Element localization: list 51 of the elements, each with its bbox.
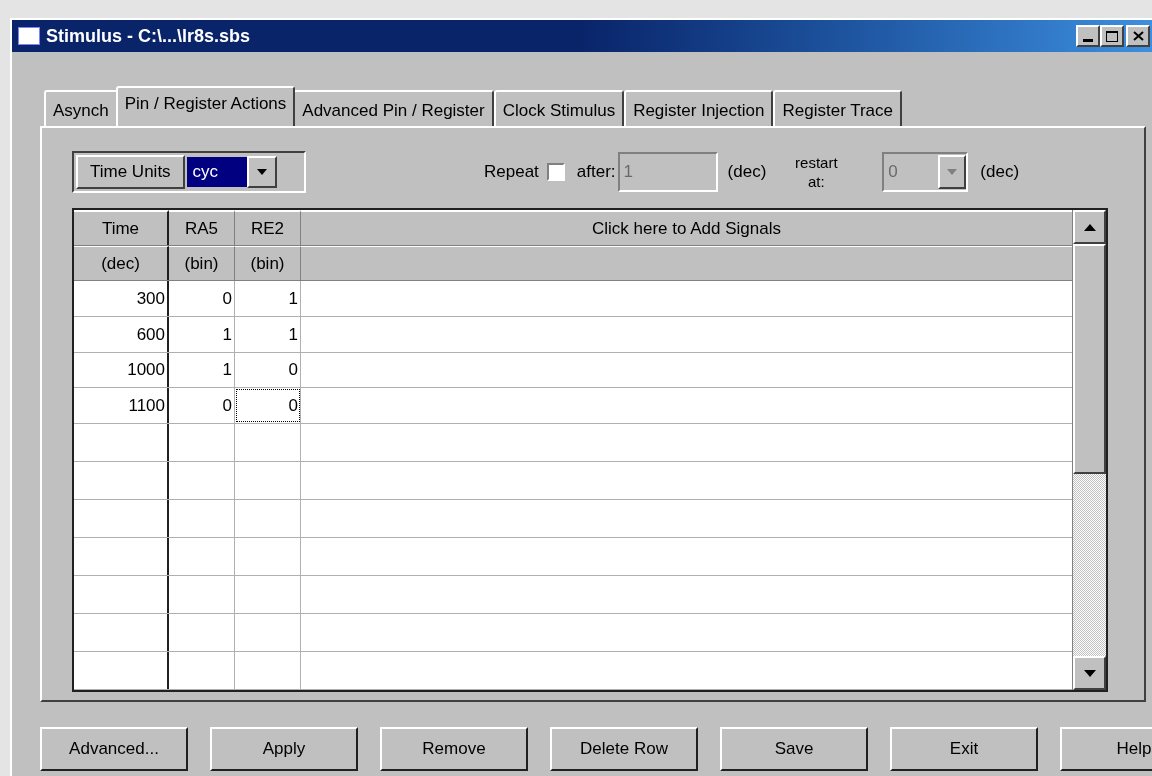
maximize-icon (1106, 30, 1118, 42)
time-units-label: Time Units (76, 155, 185, 189)
table-cell[interactable]: 1 (169, 317, 235, 352)
scroll-up-icon[interactable] (1073, 210, 1106, 244)
after-unit: (dec) (727, 161, 767, 184)
table-cell[interactable]: 1 (169, 352, 235, 388)
tab[interactable]: Clock Stimulus (493, 90, 625, 126)
time-units-dropdown[interactable]: cyc (184, 155, 277, 189)
close-icon (1132, 31, 1144, 41)
dialog-button[interactable]: Remove (380, 727, 528, 771)
table-cell[interactable]: 1100 (74, 388, 169, 424)
table-cell[interactable]: 0 (235, 352, 301, 388)
table-cell[interactable]: 0 (169, 281, 235, 316)
minimize-icon (1083, 39, 1093, 42)
dialog-button[interactable]: Delete Row (550, 727, 698, 771)
column-header: Time (74, 210, 169, 245)
scroll-down-icon[interactable] (1073, 656, 1106, 690)
table-cell[interactable]: 1 (235, 281, 301, 316)
repeat-label: Repeat (484, 161, 539, 184)
window-title: Stimulus - C:\...\lr8s.sbs (46, 24, 251, 48)
tab[interactable]: Pin / Register Actions (115, 86, 296, 126)
tab[interactable]: Advanced Pin / Register (293, 90, 494, 126)
restart-unit: (dec) (980, 161, 1020, 184)
scroll-thumb[interactable] (1073, 244, 1106, 474)
dialog-button[interactable]: Help (1060, 727, 1152, 771)
maximize-button[interactable] (1100, 25, 1124, 47)
table-cell[interactable]: 300 (74, 281, 169, 316)
column-header: RA5 (169, 210, 235, 245)
column-header: RE2 (235, 210, 301, 245)
minimize-button[interactable] (1076, 25, 1100, 47)
add-signals-header[interactable]: Click here to Add Signals (301, 210, 1072, 245)
dialog-button[interactable]: Apply (210, 727, 358, 771)
vertical-scrollbar[interactable] (1072, 210, 1106, 690)
unit-header: (bin) (235, 245, 301, 281)
table-cell[interactable]: 0 (235, 388, 301, 424)
table-cell[interactable]: 0 (169, 388, 235, 424)
table-cell[interactable]: 600 (74, 317, 169, 352)
tab[interactable]: Register Injection (624, 90, 774, 126)
unit-header: (dec) (74, 245, 169, 281)
tab[interactable]: Asynch (44, 90, 118, 126)
window-icon (18, 27, 40, 45)
dialog-button[interactable]: Exit (890, 727, 1038, 771)
tab[interactable]: Register Trace (773, 90, 903, 126)
dialog-button[interactable]: Advanced... (40, 727, 188, 771)
table-cell[interactable]: 1000 (74, 352, 169, 388)
table-cell[interactable]: 1 (235, 317, 301, 352)
unit-header: (bin) (169, 245, 235, 281)
after-label: after: (576, 161, 616, 184)
restart-label: restart at: (794, 153, 839, 191)
close-button[interactable] (1126, 25, 1150, 47)
dialog-button[interactable]: Save (720, 727, 868, 771)
